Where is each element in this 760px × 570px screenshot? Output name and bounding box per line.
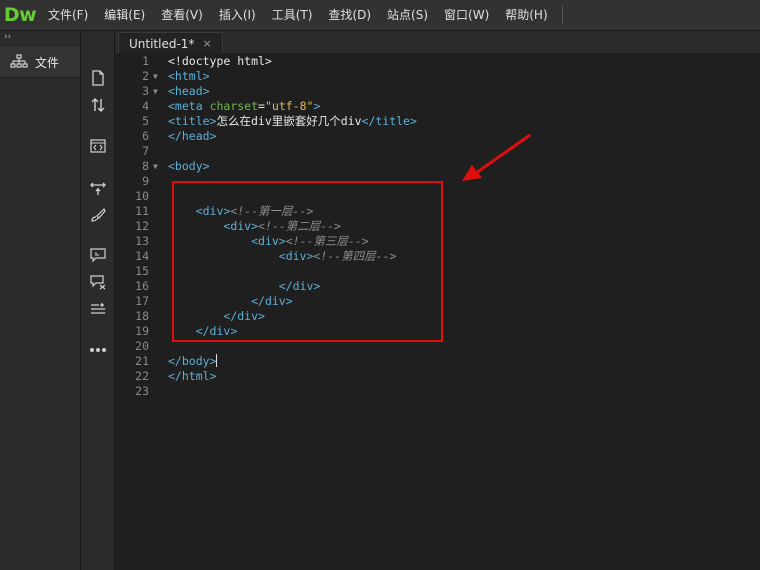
expand-icon[interactable] [89,179,107,197]
line-number: 4 [142,99,149,113]
menu-item[interactable]: 编辑(E) [96,0,153,30]
menu-item[interactable]: 帮助(H) [497,0,555,30]
code-line: 22 </html> [115,369,760,384]
more-icon[interactable] [89,341,107,359]
code-text: <!doctype html> [168,54,272,68]
code-text: <body> [168,159,210,173]
line-number: 2 [142,69,149,83]
line-number: 13 [135,234,149,248]
comment-icon[interactable] [89,246,107,264]
code-text: </body> [168,354,218,368]
format-icon[interactable] [89,300,107,318]
menu-item[interactable]: 站点(S) [379,0,436,30]
code-view-icon[interactable] [89,137,107,155]
line-number: 3 [142,84,149,98]
line-number: 17 [135,294,149,308]
line-number: 22 [135,369,149,383]
line-number: 23 [135,384,149,398]
code-line: 8 ▼ <body> [115,159,760,174]
menu-item[interactable]: 窗口(W) [436,0,497,30]
fold-toggle-icon[interactable]: ▼ [153,159,158,174]
line-number: 15 [135,264,149,278]
app-logo: Dw [3,4,37,26]
line-number: 1 [142,54,149,68]
files-panel-tab[interactable]: 文件 [0,47,80,78]
code-line: 2 ▼ <html> [115,69,760,84]
line-number: 7 [142,144,149,158]
code-line: 21 </body> [115,354,760,369]
sort-icon[interactable] [89,96,107,114]
line-number: 12 [135,219,149,233]
code-line: 5 <title>怎么在div里嵌套好几个div</title> [115,114,760,129]
menu-item[interactable]: 文件(F) [40,0,96,30]
files-panel-label: 文件 [35,55,60,70]
code-line: 1 <!doctype html> [115,54,760,69]
code-line: 4 <meta charset="utf-8"> [115,99,760,114]
line-number: 10 [135,189,149,203]
line-number: 19 [135,324,149,338]
line-number: 14 [135,249,149,263]
line-number: 20 [135,339,149,353]
line-number: 11 [135,204,149,218]
menu-divider [561,6,563,24]
line-number: 9 [142,174,149,188]
code-text: <meta charset="utf-8"> [168,99,321,113]
line-number: 6 [142,129,149,143]
tab-untitled-1[interactable]: Untitled-1* × [118,32,223,54]
line-number: 8 [142,159,149,173]
code-line: 6 </head> [115,129,760,144]
menu-bar: Dw 文件(F) 编辑(E) 查看(V) 插入(I) 工具(T) 查找(D) 站点(S) 窗口… [0,0,760,31]
sitemap-icon [10,54,28,68]
line-number: 16 [135,279,149,293]
code-line: 3 ▼ <head> [115,84,760,99]
line-number: 18 [135,309,149,323]
line-number: 21 [135,354,149,368]
menu-item[interactable]: 查看(V) [153,0,211,30]
tab-label: Untitled-1* [129,36,195,51]
line-number: 5 [142,114,149,128]
code-text: <html> [168,69,210,83]
fold-toggle-icon[interactable]: ▼ [153,69,158,84]
menu-item[interactable]: 插入(I) [211,0,264,30]
code-text: </head> [168,129,217,143]
code-text: <title>怎么在div里嵌套好几个div</title> [168,114,417,128]
comment-remove-icon[interactable] [89,273,107,291]
code-text: </html> [168,369,217,383]
menu-items: 文件(F) 编辑(E) 查看(V) 插入(I) 工具(T) 查找(D) 站点(S) 窗口(W)… [40,0,556,30]
code-toolstrip [81,31,115,570]
tab-close-icon[interactable]: × [202,34,211,54]
code-line: 23 [115,384,760,399]
panel-collapse-icon[interactable]: ›› [0,31,80,43]
document-tab-bar: Untitled-1* × [115,31,760,54]
highlight-box [172,181,443,342]
menu-item[interactable]: 工具(T) [264,0,321,30]
code-line: 7 [115,144,760,159]
files-panel: ›› 文件 [0,31,81,570]
paint-icon[interactable] [89,206,107,224]
fold-toggle-icon[interactable]: ▼ [153,84,158,99]
menu-item[interactable]: 查找(D) [320,0,379,30]
code-text: <head> [168,84,210,98]
new-document-icon[interactable] [89,69,107,87]
